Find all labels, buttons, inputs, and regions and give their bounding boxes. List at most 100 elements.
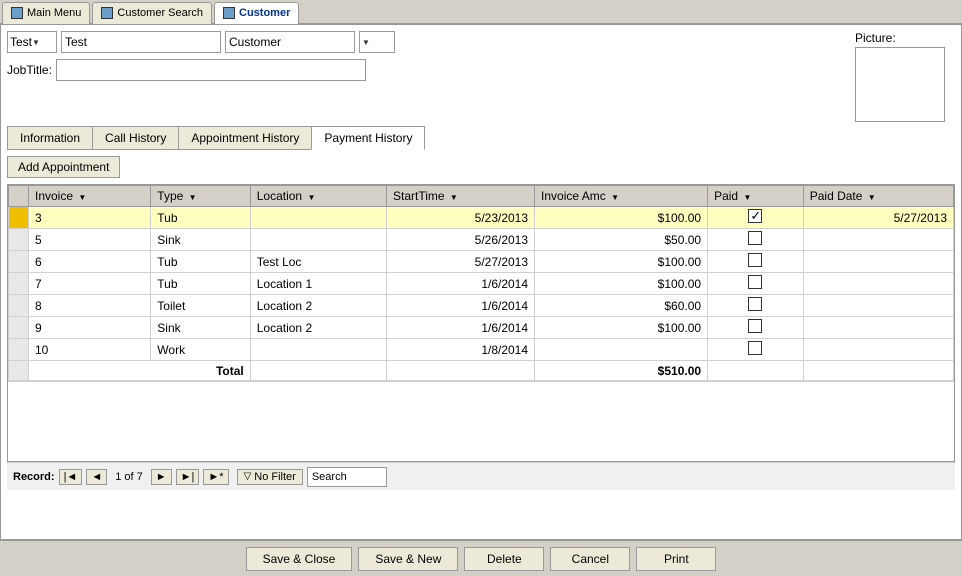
table-row[interactable]: 6TubTest Loc5/27/2013$100.00	[9, 251, 954, 273]
picture-label: Picture:	[855, 31, 945, 45]
delete-button[interactable]: Delete	[464, 547, 544, 571]
nav-new-button[interactable]: ►*	[203, 469, 228, 485]
suffix-dropdown[interactable]: ▼	[359, 31, 395, 53]
col-header-paid[interactable]: Paid ▼	[708, 186, 804, 207]
record-current: 1 of 7	[115, 471, 143, 483]
customer-search-icon	[101, 7, 113, 19]
tab-bar: Main Menu Customer Search Customer	[0, 0, 962, 24]
suffix-arrow-icon: ▼	[362, 38, 370, 47]
total-amount-cell: $510.00	[535, 361, 708, 381]
tab-call-history[interactable]: Call History	[92, 126, 179, 150]
tab-customer-search[interactable]: Customer Search	[92, 2, 212, 24]
tab-information[interactable]: Information	[7, 126, 93, 150]
paid-checkbox[interactable]	[748, 297, 762, 311]
paid-checkbox[interactable]	[748, 319, 762, 333]
col-header-type[interactable]: Type ▼	[151, 186, 250, 207]
main-menu-icon	[11, 7, 23, 19]
table-row[interactable]: 10Work1/8/2014	[9, 339, 954, 361]
location-cell: Location 2	[250, 295, 386, 317]
nav-first-button[interactable]: |◄	[59, 469, 83, 485]
tab-payment-history[interactable]: Payment History	[311, 126, 425, 150]
row-selector-cell	[9, 207, 29, 229]
col-header-starttime[interactable]: StartTime ▼	[387, 186, 535, 207]
paiddate-cell	[803, 273, 953, 295]
tab-main-menu[interactable]: Main Menu	[2, 2, 90, 24]
nav-prev-button[interactable]: ◄	[86, 469, 107, 485]
location-sort-icon: ▼	[307, 193, 315, 202]
type-cell: Sink	[151, 229, 250, 251]
paid-checkbox[interactable]	[748, 275, 762, 289]
starttime-cell: 1/8/2014	[387, 339, 535, 361]
starttime-cell: 1/6/2014	[387, 317, 535, 339]
col-header-location[interactable]: Location ▼	[250, 186, 386, 207]
paiddate-cell	[803, 229, 953, 251]
row-selector-cell	[9, 317, 29, 339]
payment-table: Invoice ▼ Type ▼ Location ▼ StartTime ▼	[8, 185, 954, 381]
paiddate-cell	[803, 251, 953, 273]
table-row[interactable]: 8ToiletLocation 21/6/2014$60.00	[9, 295, 954, 317]
invoice-cell: 9	[29, 317, 151, 339]
invoice-cell: 3	[29, 207, 151, 229]
total-label-cell: Total	[29, 361, 251, 381]
invoiceamount-cell	[535, 339, 708, 361]
nav-next-button[interactable]: ►	[151, 469, 172, 485]
first-name-input[interactable]	[61, 31, 221, 53]
last-name-input[interactable]	[225, 31, 355, 53]
tab-appointment-history[interactable]: Appointment History	[178, 126, 312, 150]
salutation-dropdown[interactable]: Test ▼	[7, 31, 57, 53]
table-row[interactable]: 7TubLocation 11/6/2014$100.00	[9, 273, 954, 295]
nav-last-button[interactable]: ►|	[176, 469, 200, 485]
paid-cell[interactable]	[708, 251, 804, 273]
paid-cell[interactable]	[708, 317, 804, 339]
paid-checkbox[interactable]	[748, 231, 762, 245]
paiddate-sort-icon: ▼	[868, 193, 876, 202]
paiddate-cell	[803, 295, 953, 317]
invoiceamount-cell: $60.00	[535, 295, 708, 317]
table-row[interactable]: 9SinkLocation 21/6/2014$100.00	[9, 317, 954, 339]
type-cell: Sink	[151, 317, 250, 339]
starttime-sort-icon: ▼	[450, 193, 458, 202]
job-title-input[interactable]	[56, 59, 366, 81]
paid-cell[interactable]	[708, 207, 804, 229]
table-row[interactable]: 3Tub5/23/2013$100.005/27/2013	[9, 207, 954, 229]
paid-cell[interactable]	[708, 229, 804, 251]
paid-cell[interactable]	[708, 295, 804, 317]
col-header-invoice[interactable]: Invoice ▼	[29, 186, 151, 207]
location-cell	[250, 339, 386, 361]
dropdown-arrow-icon: ▼	[32, 38, 40, 47]
table-row[interactable]: 5Sink5/26/2013$50.00	[9, 229, 954, 251]
row-selector-cell	[9, 273, 29, 295]
job-title-row: JobTitle:	[7, 59, 855, 81]
no-filter-button[interactable]: ▽ No Filter	[237, 469, 303, 485]
invoiceamount-cell: $100.00	[535, 273, 708, 295]
paid-checkbox[interactable]	[748, 341, 762, 355]
col-header-invoice-amount[interactable]: Invoice Amc ▼	[535, 186, 708, 207]
paid-cell[interactable]	[708, 339, 804, 361]
location-cell	[250, 207, 386, 229]
job-title-label: JobTitle:	[7, 63, 52, 77]
save-close-button[interactable]: Save & Close	[246, 547, 353, 571]
paid-checkbox[interactable]	[748, 209, 762, 223]
paid-cell[interactable]	[708, 273, 804, 295]
tab-customer[interactable]: Customer	[214, 2, 299, 24]
row-selector-cell	[9, 229, 29, 251]
save-new-button[interactable]: Save & New	[358, 547, 458, 571]
location-cell: Location 2	[250, 317, 386, 339]
type-sort-icon: ▼	[189, 193, 197, 202]
paiddate-cell	[803, 317, 953, 339]
invoiceamc-sort-icon: ▼	[611, 193, 619, 202]
picture-box	[855, 47, 945, 122]
print-button[interactable]: Print	[636, 547, 716, 571]
paid-checkbox[interactable]	[748, 253, 762, 267]
record-label: Record:	[13, 471, 55, 483]
customer-header: Test ▼ ▼	[7, 31, 855, 53]
search-input[interactable]	[307, 467, 387, 487]
invoice-cell: 10	[29, 339, 151, 361]
invoice-cell: 8	[29, 295, 151, 317]
cancel-button[interactable]: Cancel	[550, 547, 630, 571]
paiddate-cell: 5/27/2013	[803, 207, 953, 229]
invoice-cell: 5	[29, 229, 151, 251]
col-header-paid-date[interactable]: Paid Date ▼	[803, 186, 953, 207]
empty-rows	[8, 381, 954, 461]
add-appointment-button[interactable]: Add Appointment	[7, 156, 120, 178]
